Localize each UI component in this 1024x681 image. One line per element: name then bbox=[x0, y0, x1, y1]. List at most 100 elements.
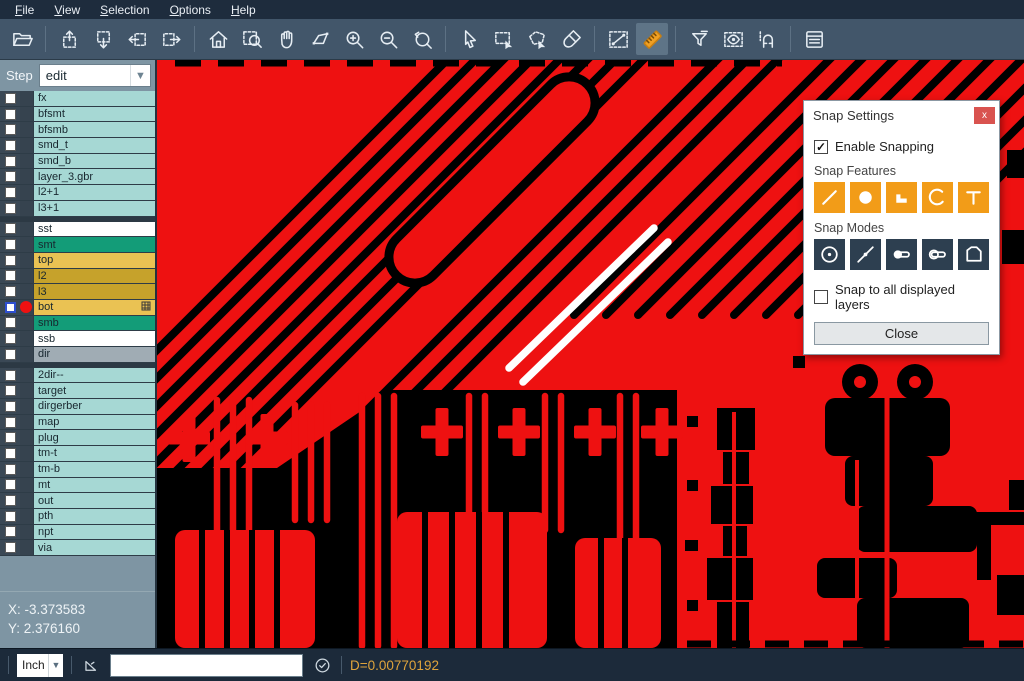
layer-visibility-checkbox[interactable] bbox=[5, 255, 16, 266]
snap-check-icon[interactable] bbox=[311, 654, 333, 676]
zoom-in-icon[interactable] bbox=[338, 23, 370, 55]
layer-row-fx[interactable]: fx bbox=[0, 91, 155, 107]
layer-name[interactable]: bot bbox=[33, 300, 155, 315]
mode-midpoint-icon[interactable] bbox=[850, 239, 881, 270]
pan-right-icon[interactable] bbox=[155, 23, 187, 55]
layer-row-smd_t[interactable]: smd_t bbox=[0, 138, 155, 154]
layer-name[interactable]: dirgerber bbox=[33, 399, 155, 414]
layer-visibility-checkbox[interactable] bbox=[5, 124, 16, 135]
feat-pad-icon[interactable] bbox=[850, 182, 881, 213]
open-file-icon[interactable] bbox=[6, 23, 38, 55]
layer-name[interactable]: pth bbox=[33, 509, 155, 524]
measurement-input[interactable] bbox=[110, 654, 303, 677]
layer-visibility-checkbox[interactable] bbox=[5, 333, 16, 344]
layer-visibility-checkbox[interactable] bbox=[5, 171, 16, 182]
layer-name[interactable]: sst bbox=[33, 222, 155, 237]
layer-name[interactable]: dir bbox=[33, 347, 155, 362]
layer-name[interactable]: map bbox=[33, 415, 155, 430]
layer-visibility-checkbox[interactable] bbox=[5, 302, 16, 313]
menu-view[interactable]: View bbox=[45, 2, 89, 18]
layer-visibility-checkbox[interactable] bbox=[5, 464, 16, 475]
layer-row-sst[interactable]: sst bbox=[0, 222, 155, 238]
layer-name[interactable]: plug bbox=[33, 430, 155, 445]
layer-visibility-checkbox[interactable] bbox=[5, 239, 16, 250]
layer-name[interactable]: l2+1 bbox=[33, 185, 155, 200]
pan-up-icon[interactable] bbox=[53, 23, 85, 55]
layer-name[interactable]: via bbox=[33, 540, 155, 555]
brush-select-icon[interactable] bbox=[555, 23, 587, 55]
layer-visibility-checkbox[interactable] bbox=[5, 448, 16, 459]
pan-hand-icon[interactable] bbox=[270, 23, 302, 55]
layer-name[interactable]: smt bbox=[33, 237, 155, 252]
layer-row-tm-b[interactable]: tm-b bbox=[0, 462, 155, 478]
layer-visibility-checkbox[interactable] bbox=[5, 156, 16, 167]
layer-name[interactable]: out bbox=[33, 493, 155, 508]
unit-select[interactable]: Inch ▼ bbox=[17, 654, 63, 677]
zoom-dynamic-icon[interactable] bbox=[304, 23, 336, 55]
zoom-window-icon[interactable] bbox=[236, 23, 268, 55]
layer-visibility-checkbox[interactable] bbox=[5, 526, 16, 537]
layer-visibility-checkbox[interactable] bbox=[5, 140, 16, 151]
layer-name[interactable]: l2 bbox=[33, 269, 155, 284]
pan-down-icon[interactable] bbox=[87, 23, 119, 55]
enable-snapping-checkbox[interactable] bbox=[814, 140, 828, 154]
layer-row-l3[interactable]: l3 bbox=[0, 284, 155, 300]
layer-name[interactable]: l3+1 bbox=[33, 201, 155, 216]
layer-visibility-checkbox[interactable] bbox=[5, 495, 16, 506]
layer-visibility-checkbox[interactable] bbox=[5, 93, 16, 104]
layer-row-bfsmb[interactable]: bfsmb bbox=[0, 122, 155, 138]
layer-name[interactable]: bfsmt bbox=[33, 107, 155, 122]
layer-name[interactable]: 2dir-- bbox=[33, 368, 155, 383]
zoom-out-icon[interactable] bbox=[372, 23, 404, 55]
angle-measure-icon[interactable] bbox=[80, 654, 102, 676]
layer-row-mt[interactable]: mt bbox=[0, 478, 155, 494]
grid-icon[interactable] bbox=[141, 301, 151, 314]
select-polygon-icon[interactable] bbox=[521, 23, 553, 55]
layer-row-tm-t[interactable]: tm-t bbox=[0, 446, 155, 462]
select-rectangle-icon[interactable] bbox=[487, 23, 519, 55]
snap-all-layers-checkbox[interactable] bbox=[814, 290, 828, 304]
layer-visibility-checkbox[interactable] bbox=[5, 349, 16, 360]
layer-row-target[interactable]: target bbox=[0, 383, 155, 399]
layer-name[interactable]: top bbox=[33, 253, 155, 268]
layer-row-plug[interactable]: plug bbox=[0, 430, 155, 446]
layer-visibility-checkbox[interactable] bbox=[5, 432, 16, 443]
feat-text-icon[interactable] bbox=[958, 182, 989, 213]
layer-row-bfsmt[interactable]: bfsmt bbox=[0, 107, 155, 123]
layer-visibility-checkbox[interactable] bbox=[5, 385, 16, 396]
layer-name[interactable]: l3 bbox=[33, 284, 155, 299]
layer-row-npt[interactable]: npt bbox=[0, 525, 155, 541]
object-properties-icon[interactable] bbox=[798, 23, 830, 55]
layer-row-bot[interactable]: bot bbox=[0, 300, 155, 316]
layer-visibility-checkbox[interactable] bbox=[5, 187, 16, 198]
layer-row-smb[interactable]: smb bbox=[0, 316, 155, 332]
menu-selection[interactable]: Selection bbox=[91, 2, 158, 18]
layer-name[interactable]: ssb bbox=[33, 331, 155, 346]
layer-name[interactable]: tm-t bbox=[33, 446, 155, 461]
layer-row-2dir--[interactable]: 2dir-- bbox=[0, 368, 155, 384]
layer-name[interactable]: smb bbox=[33, 316, 155, 331]
layer-name[interactable]: mt bbox=[33, 478, 155, 493]
layer-row-l2[interactable]: l2 bbox=[0, 269, 155, 285]
layer-visibility-checkbox[interactable] bbox=[5, 223, 16, 234]
layer-visibility-checkbox[interactable] bbox=[5, 109, 16, 120]
menu-file[interactable]: File bbox=[6, 2, 43, 18]
close-button[interactable]: Close bbox=[814, 322, 989, 345]
select-cursor-icon[interactable] bbox=[453, 23, 485, 55]
step-select[interactable]: edit ▼ bbox=[39, 64, 151, 87]
mode-contour-icon[interactable] bbox=[922, 239, 953, 270]
layer-visibility-checkbox[interactable] bbox=[5, 286, 16, 297]
filter-icon[interactable] bbox=[683, 23, 715, 55]
layer-row-smt[interactable]: smt bbox=[0, 237, 155, 253]
layer-row-top[interactable]: top bbox=[0, 253, 155, 269]
ruler-measure-icon[interactable] bbox=[636, 23, 668, 55]
layer-row-dirgerber[interactable]: dirgerber bbox=[0, 399, 155, 415]
layer-visibility-checkbox[interactable] bbox=[5, 203, 16, 214]
menu-options[interactable]: Options bbox=[161, 2, 220, 18]
show-in-view-icon[interactable] bbox=[717, 23, 749, 55]
layer-row-smd_b[interactable]: smd_b bbox=[0, 154, 155, 170]
layer-name[interactable]: smd_b bbox=[33, 154, 155, 169]
layer-name[interactable]: tm-b bbox=[33, 462, 155, 477]
zoom-previous-icon[interactable] bbox=[406, 23, 438, 55]
layer-name[interactable]: bfsmb bbox=[33, 122, 155, 137]
